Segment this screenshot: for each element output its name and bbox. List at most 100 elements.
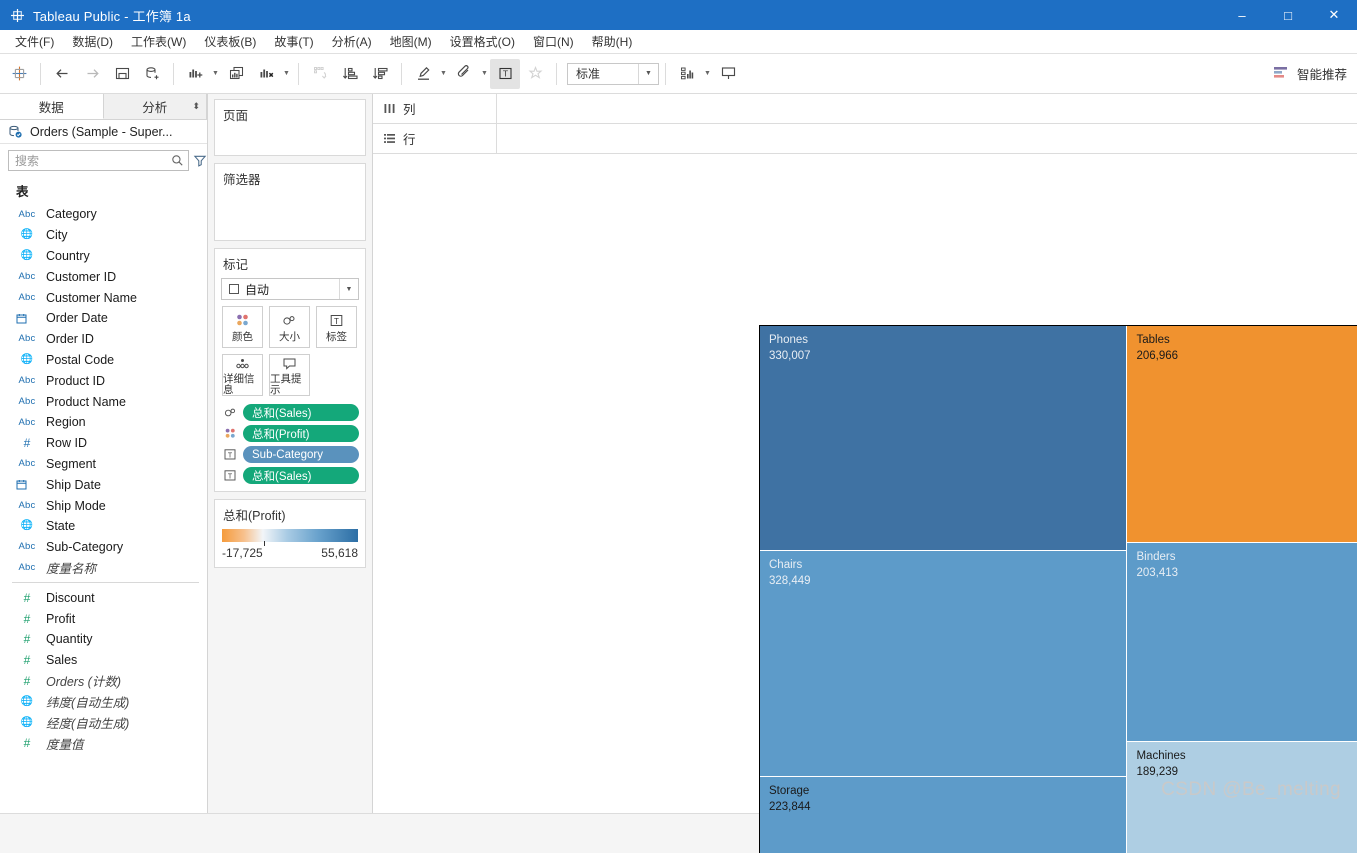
show-me-icon: [1273, 66, 1290, 81]
field-orders-count[interactable]: # Orders (计数): [0, 671, 207, 692]
globe-geo-icon: 🌐: [20, 695, 34, 707]
menu-map[interactable]: 地图(M): [381, 30, 441, 53]
show-me-button[interactable]: 智能推荐: [1273, 64, 1347, 83]
field-measure-values[interactable]: # 度量值: [0, 733, 207, 754]
size-button[interactable]: 大小: [269, 306, 310, 348]
field-city[interactable]: 🌐 City: [0, 225, 207, 246]
field-sales[interactable]: # Sales: [0, 650, 207, 671]
clear-sheet-dropdown[interactable]: ▼: [281, 59, 292, 89]
field-category[interactable]: Abc Category: [0, 204, 207, 225]
duplicate-sheet-icon[interactable]: [221, 59, 251, 89]
cards-dropdown[interactable]: ▼: [702, 59, 713, 89]
tooltip-button[interactable]: 工具提示: [269, 354, 310, 396]
search-input-wrap[interactable]: [8, 150, 189, 171]
field-product-name[interactable]: Abc Product Name: [0, 391, 207, 412]
detail-button[interactable]: 详细信息: [222, 354, 263, 396]
sort-descending-icon[interactable]: [365, 59, 395, 89]
tab-data[interactable]: 数据: [0, 94, 104, 119]
menu-help[interactable]: 帮助(H): [583, 30, 642, 53]
pill-sum-sales-label[interactable]: 总和(Sales): [243, 467, 359, 484]
abc-text-icon: Abc: [18, 333, 36, 345]
rows-drop-zone[interactable]: [497, 124, 1357, 153]
show-hide-cards-icon[interactable]: [672, 59, 702, 89]
treemap-tile[interactable]: Chairs 328,449: [760, 550, 1127, 777]
swap-rows-columns-icon[interactable]: [305, 59, 335, 89]
minimize-button[interactable]: –: [1219, 0, 1265, 30]
maximize-button[interactable]: □: [1265, 0, 1311, 30]
clear-sheet-icon[interactable]: [251, 59, 281, 89]
filters-card[interactable]: 筛选器: [214, 163, 366, 241]
show-mark-labels-icon[interactable]: T: [490, 58, 520, 89]
treemap-tile[interactable]: Storage 223,844: [760, 777, 1127, 853]
field-product-id[interactable]: Abc Product ID: [0, 370, 207, 391]
field-order-date[interactable]: Order Date: [0, 308, 207, 329]
fit-selector[interactable]: 标准 ▼: [567, 62, 659, 85]
sort-ascending-icon[interactable]: [335, 59, 365, 89]
pill-sub-category-label[interactable]: Sub-Category: [243, 446, 359, 463]
field-measure-names[interactable]: Abc 度量名称: [0, 558, 207, 579]
field-latitude[interactable]: 🌐 纬度(自动生成): [0, 691, 207, 712]
color-legend-card[interactable]: 总和(Profit) -17,725 55,618: [214, 499, 366, 568]
pill-sum-profit-color[interactable]: 总和(Profit): [243, 425, 359, 442]
menu-analysis[interactable]: 分析(A): [323, 30, 381, 53]
field-region[interactable]: Abc Region: [0, 412, 207, 433]
field-row-id[interactable]: # Row ID: [0, 433, 207, 454]
forward-arrow-icon[interactable]: [77, 59, 107, 89]
back-arrow-icon[interactable]: [47, 59, 77, 89]
data-source-item[interactable]: Orders (Sample - Super...: [0, 120, 207, 144]
treemap-tile[interactable]: Binders 203,413: [1127, 542, 1357, 741]
tableau-home-icon[interactable]: [4, 59, 34, 89]
field-customer-id[interactable]: Abc Customer ID: [0, 266, 207, 287]
menu-window[interactable]: 窗口(N): [524, 30, 583, 53]
label-button[interactable]: T 标签: [316, 306, 357, 348]
color-button[interactable]: 颜色: [222, 306, 263, 348]
menu-dashboard[interactable]: 仪表板(B): [195, 30, 265, 53]
highlighter-icon[interactable]: [408, 59, 438, 89]
presentation-mode-icon[interactable]: [713, 59, 743, 89]
menu-file[interactable]: 文件(F): [6, 30, 63, 53]
field-longitude[interactable]: 🌐 经度(自动生成): [0, 712, 207, 733]
field-ship-mode[interactable]: Abc Ship Mode: [0, 495, 207, 516]
menu-format[interactable]: 设置格式(O): [441, 30, 524, 53]
columns-drop-zone[interactable]: [497, 94, 1357, 123]
treemap-tile-label: Phones 330,007: [760, 326, 1126, 364]
menu-story[interactable]: 故事(T): [265, 30, 322, 53]
tab-analytics[interactable]: 分析 ⬍: [103, 94, 207, 119]
new-worksheet-icon[interactable]: [180, 59, 210, 89]
field-discount[interactable]: # Discount: [0, 587, 207, 608]
field-order-id[interactable]: Abc Order ID: [0, 329, 207, 350]
treemap-tile[interactable]: Tables 206,966: [1127, 326, 1357, 542]
treemap-tile-value: 206,966: [1136, 350, 1179, 362]
treemap-tile[interactable]: Phones 330,007: [760, 326, 1127, 550]
field-customer-name[interactable]: Abc Customer Name: [0, 287, 207, 308]
group-members-icon[interactable]: [449, 59, 479, 89]
field-profit[interactable]: # Profit: [0, 608, 207, 629]
field-sub-category[interactable]: Abc Sub-Category: [0, 537, 207, 558]
search-input[interactable]: [15, 153, 170, 168]
mark-type-selector[interactable]: 自动 ▼: [221, 278, 359, 300]
field-country[interactable]: 🌐 Country: [0, 246, 207, 267]
save-icon[interactable]: [107, 59, 137, 89]
chevron-down-icon[interactable]: ▼: [339, 279, 358, 299]
highlighter-dropdown[interactable]: ▼: [438, 59, 449, 89]
group-dropdown[interactable]: ▼: [479, 59, 490, 89]
fix-axes-icon[interactable]: [520, 59, 550, 89]
chevron-down-icon[interactable]: ▼: [638, 63, 658, 84]
treemap-chart[interactable]: Phones 330,007 Chairs 328,449 Storage 223,844…: [759, 325, 1357, 853]
new-worksheet-dropdown[interactable]: ▼: [210, 59, 221, 89]
field-label: 度量值: [46, 737, 84, 752]
field-state[interactable]: 🌐 State: [0, 516, 207, 537]
field-segment[interactable]: Abc Segment: [0, 454, 207, 475]
marks-card: 标记 自动 ▼ 颜色 大小 T 标签 详细信息 工具提示 总和(Sales) 总…: [214, 248, 366, 492]
menu-worksheet[interactable]: 工作表(W): [122, 30, 195, 53]
close-button[interactable]: ✕: [1311, 0, 1357, 30]
pages-card[interactable]: 页面: [214, 99, 366, 156]
field-ship-date[interactable]: Ship Date: [0, 474, 207, 495]
pill-sum-sales-size[interactable]: 总和(Sales): [243, 404, 359, 421]
field-postal-code[interactable]: 🌐 Postal Code: [0, 350, 207, 371]
filter-funnel-icon[interactable]: [193, 154, 207, 168]
field-quantity[interactable]: # Quantity: [0, 629, 207, 650]
new-data-source-icon[interactable]: [137, 59, 167, 89]
menu-data[interactable]: 数据(D): [63, 30, 122, 53]
collapse-pane-icon[interactable]: ⬍: [192, 102, 200, 111]
